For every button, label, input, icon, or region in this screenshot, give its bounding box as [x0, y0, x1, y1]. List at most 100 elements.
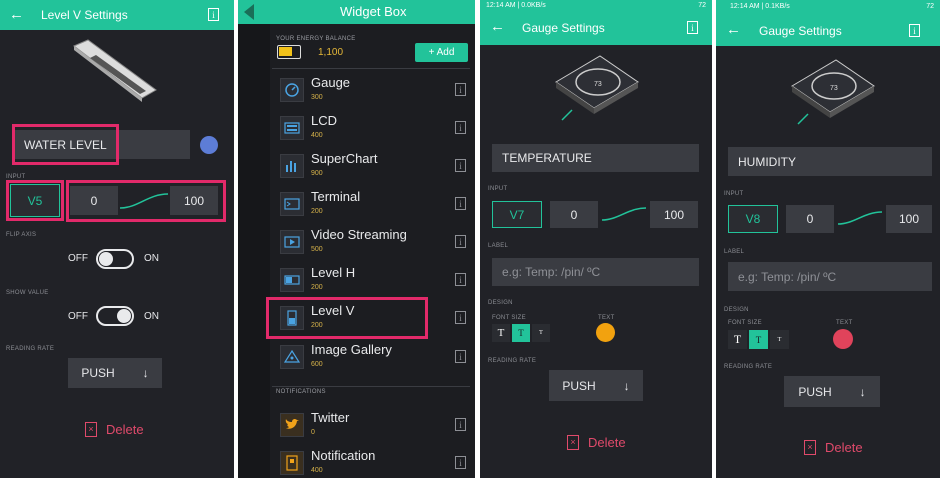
highlight-level-v — [266, 297, 428, 339]
gauge-settings-panel-temperature: 12:14 AM | 0.0KB/s 72 ← Gauge Settings i… — [480, 0, 712, 478]
notifications-label: NOTIFICATIONS — [276, 389, 326, 395]
widget-item-superchart[interactable]: SuperChart 900 i — [272, 148, 470, 186]
text-color-label: TEXT — [598, 315, 615, 321]
show-value-label: SHOW VALUE — [6, 290, 49, 296]
range-curve-icon — [837, 211, 883, 225]
divider — [272, 386, 470, 387]
notification-icon — [280, 451, 304, 475]
battery-level: 72 — [926, 3, 934, 10]
range-curve-icon — [601, 207, 647, 221]
delete-button[interactable]: × Delete — [85, 422, 144, 437]
widget-item-lcd[interactable]: LCD 400 i — [272, 110, 470, 148]
widget-name-field[interactable]: TEMPERATURE — [492, 144, 699, 172]
max-value-field[interactable]: 100 — [886, 205, 932, 233]
widget-item-video-streaming[interactable]: Video Streaming 500 i — [272, 224, 470, 262]
flip-on-label: ON — [144, 253, 159, 264]
text-color-dot[interactable] — [596, 323, 615, 342]
level-h-icon — [280, 268, 304, 292]
font-size-label: FONT SIZE — [492, 315, 526, 321]
font-size-small[interactable]: T — [532, 324, 550, 342]
pin-selector[interactable]: V8 — [728, 205, 778, 233]
status-and-app-bar: 12:14 AM | 0.0KB/s 72 ← Gauge Settings i — [480, 0, 712, 45]
info-icon[interactable]: i — [455, 235, 466, 248]
widget-box-header: Widget Box — [238, 0, 475, 24]
divider — [272, 68, 470, 69]
info-icon[interactable]: i — [455, 350, 466, 363]
info-icon[interactable]: i — [455, 197, 466, 210]
flip-axis-toggle[interactable] — [96, 249, 134, 269]
show-value-toggle[interactable] — [96, 306, 134, 326]
show-off-label: OFF — [68, 311, 88, 322]
info-icon[interactable]: i — [455, 159, 466, 172]
font-size-medium[interactable]: T — [749, 330, 768, 349]
show-on-label: ON — [144, 311, 159, 322]
info-icon[interactable]: i — [455, 273, 466, 286]
label-section-label: LABEL — [488, 243, 509, 249]
delete-button[interactable]: × Delete — [804, 440, 863, 455]
widget-item-image-gallery[interactable]: Image Gallery 600 i — [272, 339, 470, 377]
label-section-label: LABEL — [724, 249, 745, 255]
info-icon[interactable]: i — [455, 121, 466, 134]
text-color-label: TEXT — [836, 320, 853, 326]
max-value-field[interactable]: 100 — [650, 201, 698, 228]
min-value-field[interactable]: 0 — [550, 201, 598, 228]
info-icon[interactable]: i — [455, 83, 466, 96]
level-widget-illustration — [73, 39, 157, 102]
back-arrow-icon[interactable]: ← — [9, 6, 24, 23]
info-icon[interactable]: i — [208, 8, 219, 21]
info-icon[interactable]: i — [687, 21, 698, 34]
label-input[interactable]: e.g: Temp: /pin/ ºC — [492, 258, 699, 286]
input-label: INPUT — [488, 186, 508, 192]
gauge-preview-value: 73 — [830, 85, 838, 92]
lcd-icon — [280, 116, 304, 140]
energy-balance-value: 1,100 — [318, 47, 344, 58]
reading-rate-select[interactable]: PUSH ↓ — [784, 376, 880, 407]
min-value-field[interactable]: 0 — [786, 205, 834, 233]
widget-item-gauge[interactable]: Gauge 300 i — [272, 72, 470, 110]
reading-rate-label: READING RATE — [488, 358, 537, 364]
widget-item-notification[interactable]: Notification 400 i — [272, 445, 470, 478]
reading-rate-select[interactable]: PUSH ↓ — [549, 370, 643, 401]
back-arrow-icon[interactable]: ← — [726, 21, 741, 38]
color-picker-dot[interactable] — [200, 136, 218, 154]
font-size-label: FONT SIZE — [728, 320, 762, 326]
info-icon[interactable]: i — [455, 311, 466, 324]
status-time: 12:14 AM | 0.0KB/s — [486, 2, 546, 9]
battery-icon — [277, 45, 301, 59]
app-bar: ← Level V Settings i — [0, 0, 234, 30]
page-title: Gauge Settings — [759, 24, 842, 38]
text-color-dot[interactable] — [833, 329, 853, 349]
gauge-widget-illustration: 73 — [791, 59, 875, 125]
highlight-pin — [6, 180, 64, 221]
reading-rate-label: READING RATE — [6, 346, 55, 352]
pin-selector[interactable]: V7 — [492, 201, 542, 228]
add-energy-button[interactable]: + Add — [415, 43, 468, 62]
design-label: DESIGN — [724, 307, 749, 313]
widget-item-terminal[interactable]: Terminal 200 i — [272, 186, 470, 224]
font-size-large[interactable]: T — [728, 330, 747, 349]
back-arrow-icon[interactable]: ← — [490, 18, 505, 35]
info-icon[interactable]: i — [909, 24, 920, 37]
terminal-icon — [280, 192, 304, 216]
trash-icon: × — [804, 440, 816, 455]
widget-item-level-h[interactable]: Level H 200 i — [272, 262, 470, 300]
design-label: DESIGN — [488, 300, 513, 306]
reading-rate-select[interactable]: PUSH ↓ — [68, 358, 162, 388]
widget-item-twitter[interactable]: Twitter 0 i — [272, 407, 470, 445]
label-input[interactable]: e.g: Temp: /pin/ ºC — [728, 262, 932, 291]
info-icon[interactable]: i — [455, 418, 466, 431]
arrow-down-icon: ↓ — [623, 378, 630, 393]
font-size-medium[interactable]: T — [512, 324, 530, 342]
gauge-settings-panel-humidity: 12:14 AM | 0.1KB/s 72 ← Gauge Settings i… — [716, 0, 940, 478]
energy-balance-label: YOUR ENERGY BALANCE — [276, 36, 356, 42]
font-size-small[interactable]: T — [770, 330, 789, 349]
delete-button[interactable]: × Delete — [567, 435, 626, 450]
font-size-large[interactable]: T — [492, 324, 510, 342]
info-icon[interactable]: i — [455, 456, 466, 469]
trash-icon: × — [567, 435, 579, 450]
collapse-icon[interactable] — [244, 4, 254, 20]
widget-name-field[interactable]: HUMIDITY — [728, 147, 932, 176]
reading-rate-label: READING RATE — [724, 364, 773, 370]
gauge-preview-value: 73 — [594, 81, 602, 88]
arrow-down-icon: ↓ — [142, 366, 149, 380]
